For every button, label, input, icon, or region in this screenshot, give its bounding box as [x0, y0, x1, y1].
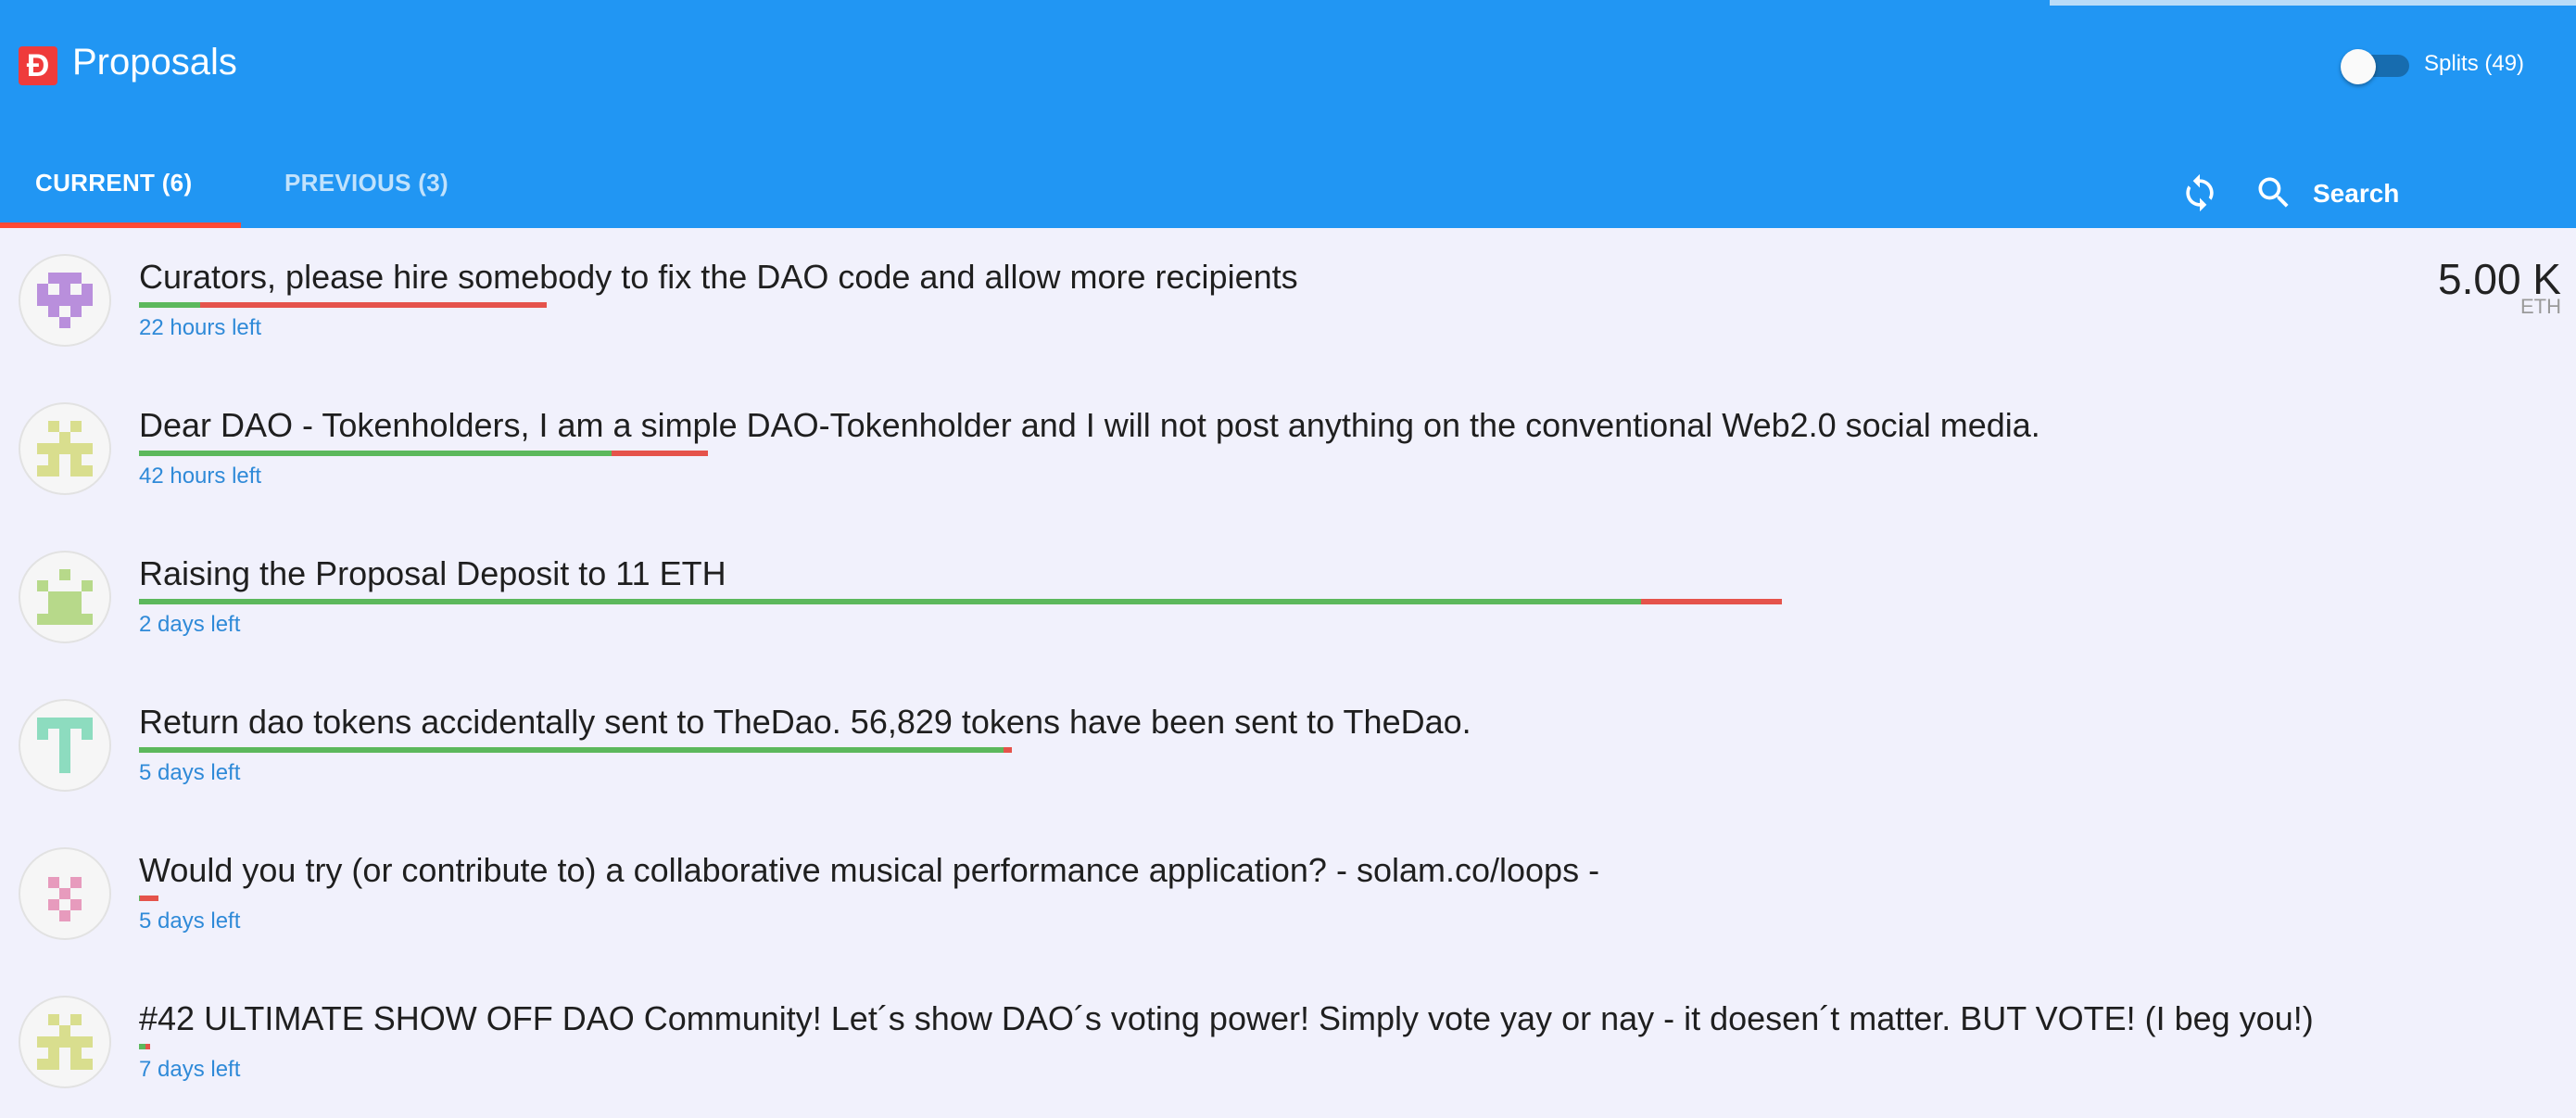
vote-bar-yes — [139, 599, 1641, 604]
vote-bar-yes — [139, 1044, 145, 1049]
vote-bar-yes — [139, 747, 1004, 753]
loading-progress-bar — [2050, 0, 2576, 6]
avatar — [19, 996, 111, 1088]
identicon — [48, 877, 82, 921]
proposal-item[interactable]: Return dao tokens accidentally sent to T… — [0, 673, 2576, 821]
search-input[interactable] — [2311, 172, 2574, 215]
time-left: 22 hours left — [139, 315, 262, 340]
vote-bar-no — [1641, 599, 1782, 604]
identicon — [37, 1014, 93, 1070]
identicon — [37, 569, 93, 625]
vote-bar — [139, 896, 158, 901]
avatar — [19, 551, 111, 643]
vote-bar-no — [140, 896, 158, 901]
proposal-item[interactable]: #42 ULTIMATE SHOW OFF DAO Community! Let… — [0, 970, 2576, 1118]
proposal-item[interactable]: Would you try (or contribute to) a colla… — [0, 821, 2576, 970]
identicon — [37, 421, 93, 476]
identicon — [37, 273, 93, 328]
time-left: 5 days left — [139, 760, 241, 785]
proposal-item[interactable]: Dear DAO - Tokenholders, I am a simple D… — [0, 376, 2576, 525]
vote-bar — [139, 1044, 150, 1049]
app-header: Đ Proposals Splits (49) CURRENT (6) PREV… — [0, 0, 2576, 228]
proposal-title[interactable]: Return dao tokens accidentally sent to T… — [139, 703, 1471, 742]
avatar — [19, 847, 111, 940]
amount-unit: ETH — [2520, 295, 2561, 318]
splits-toggle[interactable] — [2341, 49, 2411, 84]
page-title: Proposals — [72, 42, 237, 83]
avatar — [19, 254, 111, 347]
vote-bar — [139, 451, 708, 456]
time-left: 2 days left — [139, 612, 241, 637]
vote-bar-no — [145, 1044, 150, 1049]
proposal-item[interactable]: Raising the Proposal Deposit to 11 ETH 2… — [0, 525, 2576, 673]
proposal-title[interactable]: Dear DAO - Tokenholders, I am a simple D… — [139, 406, 2040, 445]
proposal-title[interactable]: Curators, please hire somebody to fix th… — [139, 258, 1298, 297]
vote-bar — [139, 599, 1782, 604]
vote-bar-yes — [139, 302, 200, 308]
vote-bar-no — [1004, 747, 1012, 753]
vote-bar — [139, 747, 1012, 753]
tab-previous[interactable]: PREVIOUS (3) — [284, 169, 448, 197]
time-left: 5 days left — [139, 908, 241, 934]
vote-bar-yes — [139, 451, 612, 456]
tab-current[interactable]: CURRENT (6) — [35, 169, 192, 197]
dao-logo-icon: Đ — [19, 46, 57, 85]
avatar — [19, 402, 111, 495]
proposal-title[interactable]: #42 ULTIMATE SHOW OFF DAO Community! Let… — [139, 999, 2314, 1038]
avatar — [19, 699, 111, 792]
proposal-item[interactable]: Curators, please hire somebody to fix th… — [0, 228, 2576, 376]
proposal-title[interactable]: Raising the Proposal Deposit to 11 ETH — [139, 554, 726, 593]
search-icon[interactable] — [2254, 172, 2294, 213]
time-left: 7 days left — [139, 1057, 241, 1082]
time-left: 42 hours left — [139, 464, 262, 489]
vote-bar-no — [200, 302, 547, 308]
proposal-title[interactable]: Would you try (or contribute to) a colla… — [139, 851, 1599, 890]
vote-bar-no — [612, 451, 708, 456]
vote-bar — [139, 302, 547, 308]
identicon — [37, 718, 93, 773]
splits-toggle-label[interactable]: Splits (49) — [2424, 51, 2524, 77]
toggle-knob — [2341, 49, 2376, 84]
refresh-icon[interactable] — [2179, 172, 2220, 213]
